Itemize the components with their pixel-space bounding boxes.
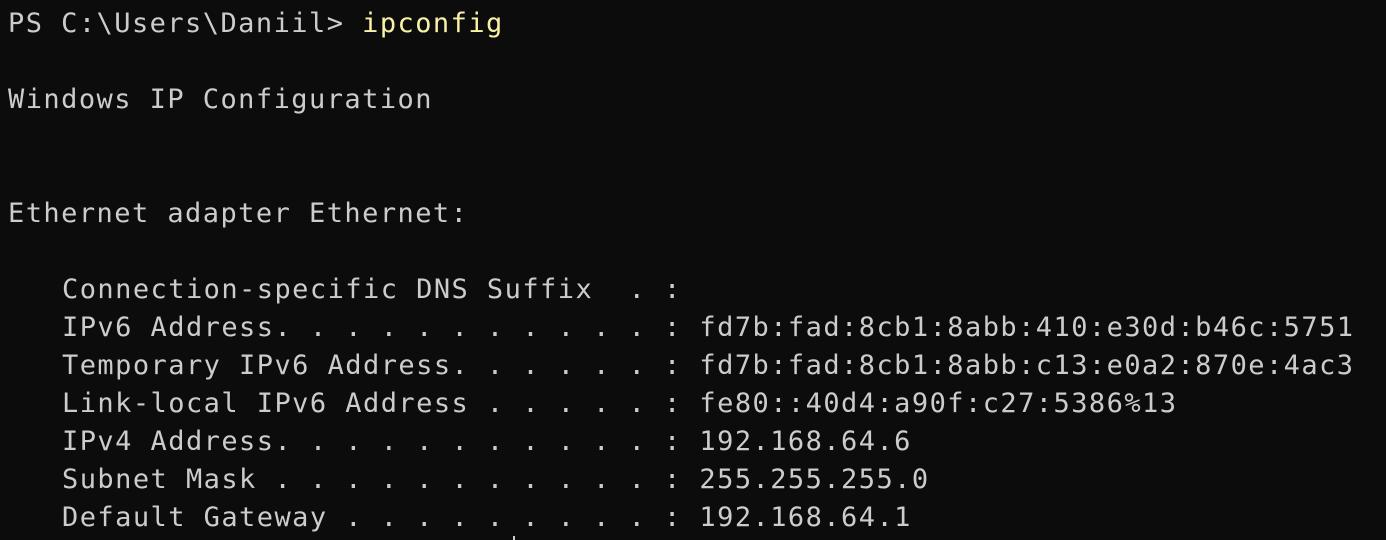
entry-subnet-mask: Subnet Mask . . . . . . . . . . . : 255.… — [62, 461, 930, 499]
entry-label: Subnet Mask . . . . . . . . . . . : — [62, 464, 682, 495]
entry-temporary-ipv6-address: Temporary IPv6 Address. . . . . . : fd7b… — [62, 347, 1355, 385]
entry-label: Temporary IPv6 Address. . . . . . : — [62, 350, 682, 381]
entry-value: fd7b:fad:8cb1:8abb:c13:e0a2:870e:4ac3 — [681, 350, 1355, 381]
entry-label: IPv4 Address. . . . . . . . . . . : — [62, 426, 682, 457]
entry-value: fe80::40d4:a90f:c27:5386%13 — [681, 388, 1178, 419]
entry-label: IPv6 Address. . . . . . . . . . . : — [62, 312, 682, 343]
prompt-line: PS C:\Users\Daniil> ipconfig — [8, 5, 504, 43]
adapter-title: Ethernet adapter Ethernet: — [8, 198, 469, 229]
output-header: Windows IP Configuration — [8, 84, 433, 115]
prompt-command: ipconfig — [362, 8, 504, 39]
entry-value: fd7b:fad:8cb1:8abb:410:e30d:b46c:5751 — [681, 312, 1355, 343]
entry-label: Link-local IPv6 Address . . . . . : — [62, 388, 682, 419]
entry-value: 192.168.64.6 — [681, 426, 912, 457]
entry-label: Default Gateway . . . . . . . . . : — [62, 502, 682, 533]
entry-default-gateway: Default Gateway . . . . . . . . . : 192.… — [62, 499, 912, 537]
entry-ipv6-address: IPv6 Address. . . . . . . . . . . : fd7b… — [62, 309, 1355, 347]
entry-link-local-ipv6-address: Link-local IPv6 Address . . . . . : fe80… — [62, 385, 1177, 423]
entry-value: 255.255.255.0 — [681, 464, 930, 495]
entry-ipv4-address: IPv4 Address. . . . . . . . . . . : 192.… — [62, 423, 912, 461]
entry-label: Connection-specific DNS Suffix . : — [62, 274, 682, 305]
text-cursor — [513, 536, 515, 540]
entry-dns-suffix: Connection-specific DNS Suffix . : — [62, 271, 682, 309]
entry-value: 192.168.64.1 — [681, 502, 912, 533]
prompt-path: PS C:\Users\Daniil> — [8, 8, 363, 39]
terminal-window[interactable]: PS C:\Users\Daniil> ipconfig Windows IP … — [0, 0, 1386, 540]
